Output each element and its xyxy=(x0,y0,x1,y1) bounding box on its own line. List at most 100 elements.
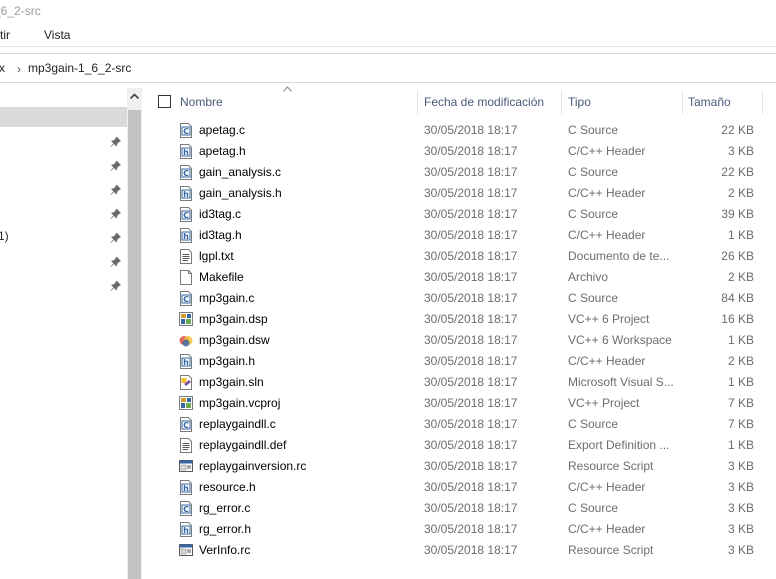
file-type: C/C++ Header xyxy=(568,228,646,242)
column-header-size[interactable]: Tamaño xyxy=(688,95,731,109)
file-name: Makefile xyxy=(199,270,244,284)
nav-selected-item[interactable] xyxy=(0,107,127,127)
scroll-up-icon[interactable] xyxy=(129,91,140,102)
select-all-checkbox[interactable] xyxy=(158,95,171,108)
file-size: 39 KB xyxy=(721,207,754,221)
column-header-row: Nombre Fecha de modificación Tipo Tamaño xyxy=(150,86,776,115)
file-row[interactable]: h apetag.h 30/05/2018 18:17 C/C++ Header 3 K… xyxy=(150,141,776,162)
file-row[interactable]: mp3gain.dsw 30/05/2018 18:17 VC++ 6 Worksp… xyxy=(150,330,776,351)
navigation-pane: 1) xyxy=(0,88,127,579)
c-source-icon: C xyxy=(179,501,193,516)
svg-text:h: h xyxy=(183,484,189,493)
column-divider[interactable] xyxy=(682,90,683,114)
project-icon xyxy=(179,396,193,411)
svg-text:C: C xyxy=(183,421,189,430)
file-row[interactable]: VerInfo.rc 30/05/2018 18:17 Resource Scrip… xyxy=(150,540,776,561)
file-type: VC++ 6 Workspace xyxy=(568,333,672,347)
svg-text:h: h xyxy=(183,148,189,157)
column-divider[interactable] xyxy=(417,90,418,114)
nav-scrollbar[interactable] xyxy=(127,88,142,579)
file-row[interactable]: h rg_error.h 30/05/2018 18:17 C/C++ Header 3… xyxy=(150,519,776,540)
tab-compartir[interactable]: rtir xyxy=(0,28,10,42)
file-row[interactable]: h gain_analysis.h 30/05/2018 18:17 C/C++ He… xyxy=(150,183,776,204)
file-row[interactable]: Cgain_analysis.c 30/05/2018 18:17 C Source… xyxy=(150,162,776,183)
file-date: 30/05/2018 18:17 xyxy=(424,438,518,452)
file-size: 1 KB xyxy=(727,228,754,242)
file-type: Resource Script xyxy=(568,459,654,473)
file-type: C/C++ Header xyxy=(568,144,646,158)
file-row[interactable]: Capetag.c 30/05/2018 18:17 C Source 22 KB xyxy=(150,120,776,141)
header-icon: h xyxy=(179,186,193,201)
file-date: 30/05/2018 18:17 xyxy=(424,207,518,221)
file-date: 30/05/2018 18:17 xyxy=(424,396,518,410)
sort-ascending-icon xyxy=(283,86,292,92)
file-name: apetag.h xyxy=(199,144,246,158)
svg-text:C: C xyxy=(183,127,189,136)
file-size: 3 KB xyxy=(727,522,754,536)
file-name: gain_analysis.c xyxy=(199,165,282,179)
workspace-icon xyxy=(179,333,193,348)
address-bar[interactable]: x › mp3gain-1_6_2-src xyxy=(0,53,776,83)
file-size: 3 KB xyxy=(727,501,754,515)
file-size: 3 KB xyxy=(727,144,754,158)
breadcrumb-parent[interactable]: x xyxy=(0,61,5,75)
svg-text:h: h xyxy=(183,190,189,199)
svg-text:h: h xyxy=(183,358,189,367)
file-row[interactable]: Creplaygaindll.c 30/05/2018 18:17 C Source… xyxy=(150,414,776,435)
file-row[interactable]: replaygainversion.rc 30/05/2018 18:17 Reso… xyxy=(150,456,776,477)
pin-icon xyxy=(110,281,121,291)
nav-item-label[interactable]: 1) xyxy=(0,229,9,243)
file-name: mp3gain.vcproj xyxy=(199,396,281,410)
scrollbar-thumb[interactable] xyxy=(128,110,141,579)
file-row[interactable]: mp3gain.dsp 30/05/2018 18:17 VC++ 6 Projec… xyxy=(150,309,776,330)
file-date: 30/05/2018 18:17 xyxy=(424,270,518,284)
file-date: 30/05/2018 18:17 xyxy=(424,501,518,515)
file-size: 7 KB xyxy=(727,417,754,431)
svg-text:h: h xyxy=(183,232,189,241)
header-icon: h xyxy=(179,522,193,537)
file-type: Export Definition ... xyxy=(568,438,670,452)
file-type: C/C++ Header xyxy=(568,354,646,368)
column-divider[interactable] xyxy=(762,90,763,114)
file-name: VerInfo.rc xyxy=(199,543,251,557)
file-row[interactable]: Cmp3gain.c 30/05/2018 18:17 C Source 84 KB xyxy=(150,288,776,309)
c-source-icon: C xyxy=(179,207,193,222)
file-name: replaygaindll.def xyxy=(199,438,287,452)
blank-file-icon xyxy=(179,270,193,285)
project-icon xyxy=(179,312,193,327)
file-type: C Source xyxy=(568,165,619,179)
title-bar: _6_2-src xyxy=(0,0,776,22)
file-row[interactable]: h resource.h 30/05/2018 18:17 C/C++ Header 3… xyxy=(150,477,776,498)
c-source-icon: C xyxy=(179,123,193,138)
column-header-name[interactable]: Nombre xyxy=(180,95,223,109)
file-row[interactable]: Makefile 30/05/2018 18:17 Archivo 2 KB xyxy=(150,267,776,288)
file-size: 1 KB xyxy=(727,333,754,347)
column-header-date[interactable]: Fecha de modificación xyxy=(424,95,544,109)
column-divider[interactable] xyxy=(561,90,562,114)
pin-icon xyxy=(110,209,121,219)
file-row[interactable]: h id3tag.h 30/05/2018 18:17 C/C++ Header 1 K… xyxy=(150,225,776,246)
file-type: C Source xyxy=(568,417,619,431)
file-row[interactable]: replaygaindll.def 30/05/2018 18:17 Export … xyxy=(150,435,776,456)
file-name: mp3gain.h xyxy=(199,354,256,368)
svg-text:C: C xyxy=(183,505,189,514)
file-row[interactable]: Crg_error.c 30/05/2018 18:17 C Source 3 KB xyxy=(150,498,776,519)
file-row[interactable]: Cid3tag.c 30/05/2018 18:17 C Source 39 KB xyxy=(150,204,776,225)
file-size: 1 KB xyxy=(727,438,754,452)
header-icon: h xyxy=(179,480,193,495)
column-header-type[interactable]: Tipo xyxy=(568,95,591,109)
file-row[interactable]: mp3gain.sln 30/05/2018 18:17 Microsoft Vis… xyxy=(150,372,776,393)
c-source-icon: C xyxy=(179,417,193,432)
file-size: 3 KB xyxy=(727,543,754,557)
svg-text:h: h xyxy=(183,526,189,535)
file-size: 3 KB xyxy=(727,480,754,494)
tab-vista[interactable]: Vista xyxy=(44,28,70,42)
file-name: mp3gain.dsw xyxy=(199,333,270,347)
file-row[interactable]: h mp3gain.h 30/05/2018 18:17 C/C++ Header 2 … xyxy=(150,351,776,372)
header-icon: h xyxy=(179,228,193,243)
file-row[interactable]: mp3gain.vcproj 30/05/2018 18:17 VC++ Proje… xyxy=(150,393,776,414)
breadcrumb-current[interactable]: mp3gain-1_6_2-src xyxy=(28,61,131,75)
file-row[interactable]: lgpl.txt 30/05/2018 18:17 Documento de te.… xyxy=(150,246,776,267)
file-name: mp3gain.dsp xyxy=(199,312,268,326)
svg-text:C: C xyxy=(183,211,189,220)
